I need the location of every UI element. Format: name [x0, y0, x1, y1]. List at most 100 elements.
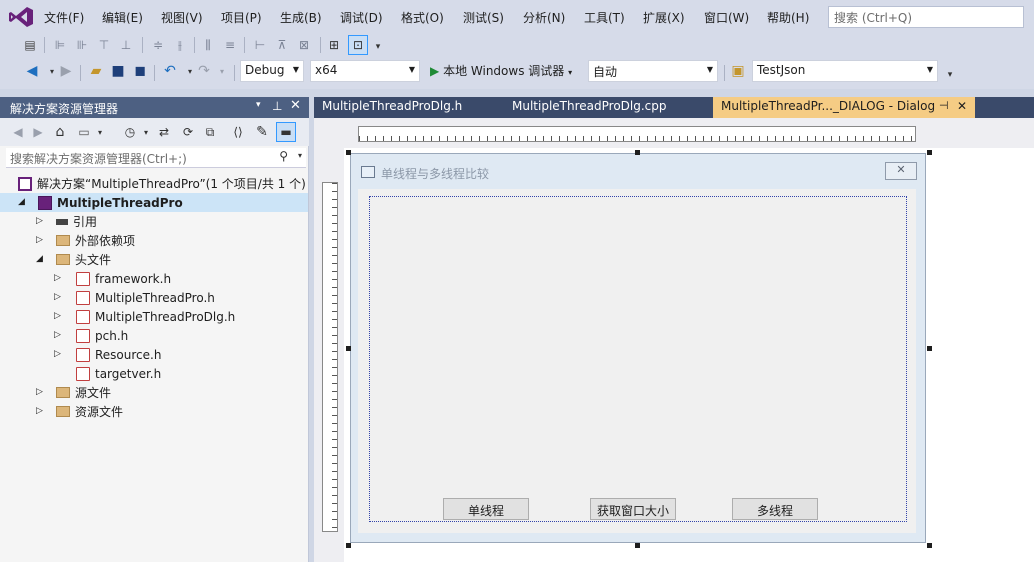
tree-item-label: 头文件 [75, 253, 112, 267]
space-across-icon[interactable]: ⫼ [200, 37, 216, 53]
horizontal-ruler[interactable] [358, 126, 916, 142]
menu-build[interactable]: 生成(B) [280, 9, 322, 26]
collapsed-arrow-icon: ▷ [36, 406, 43, 416]
tree-item-header-file[interactable]: ▷ MultipleThreadProDlg.h [54, 307, 235, 326]
run-mode-select[interactable]: 自动 ▼ [588, 60, 718, 82]
menu-project[interactable]: 项目(P) [221, 9, 262, 26]
tree-item-header-file[interactable]: ▷ Resource.h [54, 345, 161, 364]
start-debugging-button[interactable]: ▶ 本地 Windows 调试器 ▾ [428, 60, 584, 82]
tree-item-header-file[interactable]: ▷ MultipleThreadPro.h [54, 288, 215, 307]
menu-file[interactable]: 文件(F) [44, 9, 84, 26]
resize-handle[interactable] [927, 346, 932, 351]
center-vertical-icon[interactable]: ≑ [150, 37, 166, 53]
tree-item-headers[interactable]: ◢ 头文件 [36, 250, 111, 269]
platform-select[interactable]: x64 ▼ [310, 60, 420, 82]
menu-test[interactable]: 测试(S) [463, 9, 504, 26]
open-folder-icon[interactable]: ▰ [88, 63, 104, 79]
grid-icon[interactable]: ⊞ [326, 37, 342, 53]
show-code-icon[interactable]: ⟨⟩ [230, 124, 246, 140]
pending-changes-icon[interactable]: ◷ [122, 124, 138, 140]
close-icon[interactable]: ✕ [957, 99, 967, 113]
menu-extensions[interactable]: 扩展(X) [643, 9, 685, 26]
back-icon[interactable]: ◀ [24, 63, 40, 79]
panel-menu-icon[interactable]: ▾ [256, 100, 261, 110]
save-icon[interactable]: ■ [110, 63, 126, 79]
tree-item-sources[interactable]: ▷ 源文件 [36, 383, 111, 402]
vertical-ruler[interactable] [322, 182, 338, 532]
forward-icon[interactable]: ▶ [58, 63, 74, 79]
same-height-icon[interactable]: ⊼ [274, 37, 290, 53]
tree-item-references[interactable]: ▷ 引用 [36, 212, 97, 231]
toolbar-overflow-icon[interactable]: ▾ [942, 67, 958, 83]
refresh-icon[interactable]: ⟳ [180, 124, 196, 140]
align-left-icon[interactable]: ⊫ [52, 37, 68, 53]
align-right-icon[interactable]: ⊪ [74, 37, 90, 53]
tab-dialog-resource[interactable]: MultipleThreadPr..._DIALOG - Dialog ⊣ ✕ [713, 97, 975, 118]
sync-icon[interactable]: ⇄ [156, 124, 172, 140]
tree-item-project[interactable]: ◢ MultipleThreadPro [0, 193, 308, 212]
tree-item-header-file[interactable]: ▷ framework.h [54, 269, 171, 288]
tree-item-header-file[interactable]: targetver.h [76, 364, 161, 383]
pin-icon[interactable]: ⊥ [272, 99, 282, 113]
resize-handle[interactable] [346, 543, 351, 548]
menu-tools[interactable]: 工具(T) [584, 9, 625, 26]
tree-item-external-deps[interactable]: ▷ 外部依赖项 [36, 231, 135, 250]
properties-icon[interactable]: ✎ [254, 124, 270, 140]
resize-handle[interactable] [346, 150, 351, 155]
switch-views-icon[interactable]: ▭ [76, 124, 92, 140]
collapsed-arrow-icon: ▷ [36, 387, 43, 397]
menu-edit[interactable]: 编辑(E) [102, 9, 143, 26]
toolbar-overflow-icon[interactable]: ▾ [370, 39, 386, 55]
menu-analyze[interactable]: 分析(N) [523, 9, 565, 26]
redo-dropdown-icon[interactable]: ▾ [214, 63, 230, 79]
pin-icon[interactable]: ⊣ [939, 99, 949, 112]
header-file-icon [76, 309, 90, 324]
redo-icon[interactable]: ↷ [196, 63, 212, 79]
search-input[interactable]: 搜索 (Ctrl+Q) [828, 6, 1024, 28]
resize-handle[interactable] [635, 150, 640, 155]
resize-handle[interactable] [635, 543, 640, 548]
solution-search-input[interactable]: 搜索解决方案资源管理器(Ctrl+;) ⚲ ▾ [6, 148, 306, 168]
menu-help[interactable]: 帮助(H) [767, 9, 809, 26]
visual-studio-logo-icon[interactable] [8, 6, 34, 28]
multi-thread-button[interactable]: 多线程 [732, 498, 818, 520]
collapse-all-icon[interactable]: ⧉ [202, 124, 218, 140]
home-icon[interactable]: ⌂ [52, 124, 68, 140]
tab-order-icon[interactable]: ▤ [22, 37, 38, 53]
startup-project-icon[interactable]: ▣ [730, 63, 746, 79]
back-icon[interactable]: ◀ [10, 124, 26, 140]
preview-selected-icon[interactable]: ▬ [276, 122, 296, 142]
menu-format[interactable]: 格式(O) [401, 9, 444, 26]
tree-item-solution[interactable]: 解决方案“MultipleThreadPro”(1 个项目/共 1 个) [18, 174, 306, 193]
guides-icon[interactable]: ⊡ [348, 35, 368, 55]
align-top-icon[interactable]: ⊤ [96, 37, 112, 53]
save-all-icon[interactable]: ◼ [132, 63, 148, 79]
tree-item-resources[interactable]: ▷ 资源文件 [36, 402, 123, 421]
resize-handle[interactable] [346, 346, 351, 351]
chevron-down-icon[interactable]: ▾ [92, 124, 108, 140]
align-bottom-icon[interactable]: ⊥ [118, 37, 134, 53]
header-file-icon [76, 290, 90, 305]
forward-icon[interactable]: ▶ [30, 124, 46, 140]
same-size-icon[interactable]: ⊠ [296, 37, 312, 53]
same-width-icon[interactable]: ⊢ [252, 37, 268, 53]
tree-item-header-file[interactable]: ▷ pch.h [54, 326, 128, 345]
startup-project-select[interactable]: TestJson ▼ [752, 60, 938, 82]
references-icon [56, 218, 68, 225]
configuration-select[interactable]: Debug ▼ [240, 60, 304, 82]
menu-debug[interactable]: 调试(D) [340, 9, 383, 26]
menu-window[interactable]: 窗口(W) [704, 9, 749, 26]
undo-icon[interactable]: ↶ [162, 63, 178, 79]
chevron-down-icon[interactable]: ▾ [138, 124, 154, 140]
resize-handle[interactable] [927, 150, 932, 155]
tab-dlg-cpp[interactable]: MultipleThreadProDlg.cpp [504, 97, 714, 118]
center-horizontal-icon[interactable]: ⫲ [172, 37, 188, 53]
single-thread-button[interactable]: 单线程 [443, 498, 529, 520]
space-down-icon[interactable]: ≡ [222, 37, 238, 53]
menu-view[interactable]: 视图(V) [161, 9, 203, 26]
tab-dlg-header[interactable]: MultipleThreadProDlg.h [314, 97, 506, 118]
close-icon[interactable]: ✕ [290, 98, 301, 113]
resize-handle[interactable] [927, 543, 932, 548]
dialog-close-icon[interactable]: ✕ [885, 162, 917, 180]
get-window-size-button[interactable]: 获取窗口大小 [590, 498, 676, 520]
